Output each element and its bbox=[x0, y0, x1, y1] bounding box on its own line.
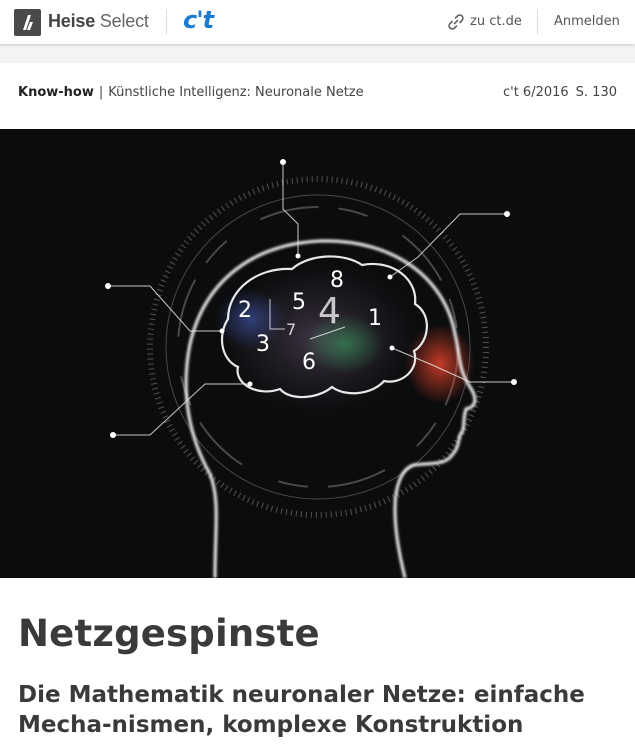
issue-page: S. 130 bbox=[575, 85, 617, 100]
heise-logo-icon[interactable] bbox=[14, 9, 41, 36]
brand-name[interactable]: Heise Select bbox=[48, 11, 149, 32]
breadcrumb-section[interactable]: Know-how bbox=[18, 85, 94, 100]
brand-bold: Heise bbox=[48, 11, 96, 31]
article-subtitle: Die Mathematik neuronaler Netze: einfach… bbox=[18, 682, 585, 738]
breadcrumb: Know-how | Künstliche Intelligenz: Neurona… bbox=[18, 85, 364, 100]
hero-digit: 6 bbox=[302, 350, 316, 375]
header-spacer bbox=[0, 44, 635, 63]
hero-digit: 7 bbox=[286, 320, 296, 339]
hero-digit: 2 bbox=[238, 298, 252, 323]
hero-digit: 4 bbox=[318, 291, 341, 332]
article-title: Netzgespinste bbox=[18, 612, 320, 655]
hero-digit: 8 bbox=[330, 268, 344, 293]
brain-illustration: 2 5 8 4 1 3 7 6 bbox=[105, 159, 517, 578]
divider bbox=[537, 9, 538, 35]
top-bar: Heise Select c't zu ct.de Anmelden bbox=[0, 0, 635, 44]
ct-external-link[interactable]: zu ct.de bbox=[470, 14, 522, 29]
hero-digit: 1 bbox=[368, 306, 382, 331]
issue-info: c't 6/2016 S. 130 bbox=[503, 85, 617, 100]
hero-image: 2 5 8 4 1 3 7 6 bbox=[0, 129, 635, 578]
hero-digit: 5 bbox=[292, 290, 306, 315]
ct-logo[interactable]: c't bbox=[183, 6, 214, 34]
breadcrumb-separator: | bbox=[98, 85, 104, 100]
hero-digit: 3 bbox=[256, 332, 270, 357]
breadcrumb-topic[interactable]: Künstliche Intelligenz: Neuronale Netze bbox=[108, 85, 363, 100]
login-button[interactable]: Anmelden bbox=[554, 14, 620, 29]
link-icon[interactable] bbox=[446, 12, 466, 32]
issue-edition[interactable]: c't 6/2016 bbox=[503, 85, 569, 100]
brand-light: Select bbox=[99, 11, 149, 31]
divider bbox=[166, 9, 167, 35]
